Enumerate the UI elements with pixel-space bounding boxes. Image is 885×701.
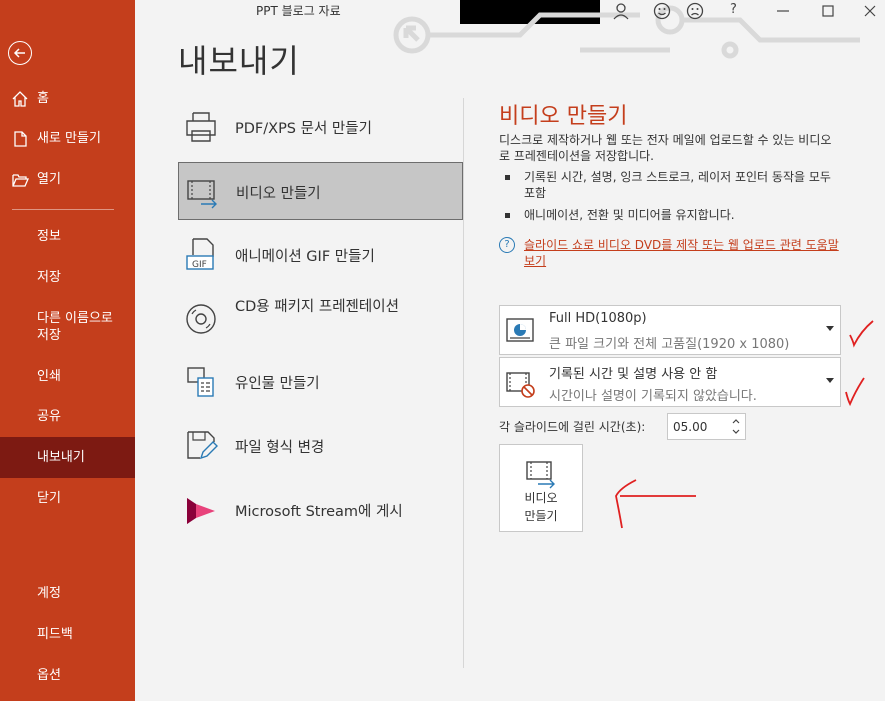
- create-video-label: 비디오 만들기: [524, 491, 558, 523]
- help-link[interactable]: 슬라이드 쇼로 비디오 DVD를 제작 또는 웹 업로드 관련 도움말 보기: [524, 237, 844, 269]
- home-icon: [12, 91, 28, 107]
- svg-text:GIF: GIF: [192, 260, 207, 270]
- sidebar-item-label: 정보: [37, 229, 61, 244]
- export-option-stream[interactable]: Microsoft Stream에 게시: [178, 482, 463, 540]
- timing-dropdown[interactable]: 기록된 시간 및 설명 사용 안 함 시간이나 설명이 기록되지 않았습니다.: [499, 357, 841, 407]
- export-option-change-file-type[interactable]: 파일 형식 변경: [178, 416, 463, 474]
- create-video-button[interactable]: 비디오 만들기: [499, 444, 583, 532]
- sidebar-item-label: 내보내기: [37, 450, 85, 465]
- window-title: PPT 블로그 자료: [256, 4, 341, 18]
- frown-feedback-icon[interactable]: [686, 2, 704, 20]
- seconds-input[interactable]: [673, 418, 728, 436]
- handout-icon: [187, 367, 214, 397]
- minimize-icon[interactable]: [774, 2, 792, 20]
- sidebar-item-label: 공유: [37, 409, 61, 424]
- seconds-spinner: [667, 413, 746, 440]
- checkmark-annotation-icon: [849, 320, 874, 348]
- folder-open-icon: [12, 174, 29, 187]
- gif-icon: GIF: [186, 238, 214, 270]
- sidebar-item-label: 계정: [37, 586, 61, 601]
- export-option-handout[interactable]: 유인물 만들기: [178, 352, 463, 410]
- quality-main: Full HD(1080p): [549, 311, 647, 326]
- bullet-dot: [505, 213, 510, 218]
- sidebar-item-label: 인쇄: [37, 369, 61, 384]
- sidebar-item-label: 피드백: [37, 627, 73, 642]
- stream-icon: [187, 498, 215, 524]
- quality-dropdown[interactable]: Full HD(1080p) 큰 파일 크기와 전체 고품질(1920 x 10…: [499, 305, 841, 355]
- feature-bullet: 기록된 시간, 설명, 잉크 스트로크, 레이저 포인터 동작을 모두 포함: [499, 169, 839, 203]
- dropdown-arrow-icon: [826, 378, 834, 383]
- bullet-text: 기록된 시간, 설명, 잉크 스트로크, 레이저 포인터 동작을 모두 포함: [524, 170, 831, 200]
- sidebar-item-label: 다른 이름으로 저장: [37, 311, 113, 343]
- file-type-icon: [187, 431, 218, 460]
- chevron-up-icon[interactable]: [731, 416, 741, 426]
- export-option-label: 비디오 만들기: [236, 186, 321, 202]
- panel-description: 디스크로 제작하거나 웹 또는 전자 메일에 업로드할 수 있는 비디오로 프레…: [499, 133, 832, 163]
- seconds-label: 각 슬라이드에 걸린 시간(초):: [499, 420, 646, 434]
- sidebar-item-label: 새로 만들기: [37, 131, 101, 146]
- sidebar-item-label: 닫기: [37, 491, 61, 506]
- arrow-left-icon: [13, 48, 25, 58]
- bullet-dot: [505, 175, 510, 180]
- sidebar-divider: [12, 209, 114, 210]
- page-title: 내보내기: [178, 42, 300, 80]
- sidebar-item-label: 옵션: [37, 668, 61, 683]
- sidebar-item-label: 홈: [37, 91, 49, 106]
- question-icon: ?: [499, 237, 515, 253]
- maximize-icon[interactable]: [819, 2, 837, 20]
- video-icon: [187, 180, 217, 209]
- export-option-label: 유인물 만들기: [235, 376, 320, 392]
- sidebar-item-label: 열기: [37, 172, 61, 187]
- export-option-pdf[interactable]: PDF/XPS 문서 만들기: [178, 97, 463, 155]
- cd-icon: [186, 304, 216, 334]
- presentation-quality-icon: [506, 318, 534, 342]
- no-timings-icon: [506, 372, 535, 398]
- sidebar-item-label: 저장: [37, 270, 61, 285]
- export-option-label: 애니메이션 GIF 만들기: [235, 249, 375, 265]
- panel-divider: [463, 98, 464, 668]
- circuit-decoration: [393, 5, 860, 59]
- feature-bullet: 애니메이션, 전환 및 미디어를 유지합니다.: [499, 207, 839, 225]
- pdf-document-icon: [186, 112, 216, 142]
- video-icon: [526, 461, 555, 489]
- arrow-annotation-icon: [615, 479, 696, 529]
- backstage-sidebar: 홈 새로 만들기 열기 정보 저장 다른 이름으로 저장 인쇄 공유 내보내기 …: [0, 0, 135, 701]
- smile-feedback-icon[interactable]: [653, 2, 671, 20]
- quality-sub: 큰 파일 크기와 전체 고품질(1920 x 1080): [549, 337, 790, 352]
- panel-title: 비디오 만들기: [499, 104, 628, 129]
- checkmark-annotation-icon: [845, 377, 865, 407]
- help-button[interactable]: ?: [730, 2, 737, 17]
- account-icon[interactable]: [612, 2, 630, 20]
- export-option-video[interactable]: 비디오 만들기: [178, 162, 463, 220]
- close-icon[interactable]: [861, 2, 879, 20]
- export-option-label: 파일 형식 변경: [235, 440, 325, 456]
- new-document-icon: [14, 131, 27, 147]
- export-option-label: Microsoft Stream에 게시: [235, 504, 403, 520]
- chevron-down-icon[interactable]: [731, 427, 741, 437]
- dropdown-arrow-icon: [826, 326, 834, 331]
- export-option-label: CD용 패키지 프레젠테이션: [235, 299, 399, 315]
- bullet-text: 애니메이션, 전환 및 미디어를 유지합니다.: [524, 208, 735, 222]
- export-option-label: PDF/XPS 문서 만들기: [235, 121, 372, 137]
- export-option-cd-package[interactable]: CD용 패키지 프레젠테이션: [178, 290, 463, 350]
- timing-sub: 시간이나 설명이 기록되지 않았습니다.: [549, 389, 757, 404]
- export-option-gif[interactable]: GIF 애니메이션 GIF 만들기: [178, 225, 463, 283]
- timing-main: 기록된 시간 및 설명 사용 안 함: [549, 367, 718, 382]
- back-button[interactable]: [8, 41, 32, 65]
